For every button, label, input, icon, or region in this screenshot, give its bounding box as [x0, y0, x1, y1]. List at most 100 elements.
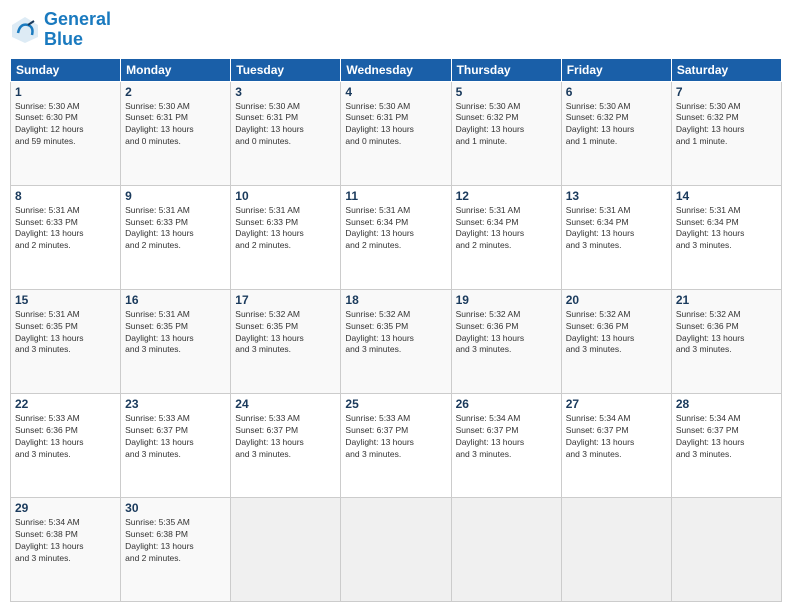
- day-cell: 14Sunrise: 5:31 AM Sunset: 6:34 PM Dayli…: [671, 185, 781, 289]
- week-row-5: 29 Sunrise: 5:34 AM Sunset: 6:38 PM Dayli…: [11, 497, 782, 601]
- day-info: Sunrise: 5:30 AM Sunset: 6:31 PM Dayligh…: [125, 101, 226, 149]
- day-number: 7: [676, 85, 777, 99]
- day-info: Sunrise: 5:30 AM Sunset: 6:31 PM Dayligh…: [345, 101, 446, 149]
- day-info: Sunrise: 5:32 AM Sunset: 6:35 PM Dayligh…: [235, 309, 336, 357]
- day-cell: 10Sunrise: 5:31 AM Sunset: 6:33 PM Dayli…: [231, 185, 341, 289]
- page: General Blue SundayMondayTuesdayWednesda…: [0, 0, 792, 612]
- week-row-4: 22 Sunrise: 5:33 AM Sunset: 6:36 PM Dayli…: [11, 393, 782, 497]
- day-number: 23: [125, 397, 226, 411]
- day-number: 5: [456, 85, 557, 99]
- day-number: 10: [235, 189, 336, 203]
- day-info: Sunrise: 5:34 AM Sunset: 6:37 PM Dayligh…: [676, 413, 777, 461]
- weekday-header-tuesday: Tuesday: [231, 58, 341, 81]
- day-cell: 24Sunrise: 5:33 AM Sunset: 6:37 PM Dayli…: [231, 393, 341, 497]
- day-cell: 17 Sunrise: 5:32 AM Sunset: 6:35 PM Dayli…: [231, 289, 341, 393]
- day-cell: 8 Sunrise: 5:31 AM Sunset: 6:33 PM Daylig…: [11, 185, 121, 289]
- day-info: Sunrise: 5:31 AM Sunset: 6:33 PM Dayligh…: [125, 205, 226, 253]
- day-cell: 25Sunrise: 5:33 AM Sunset: 6:37 PM Dayli…: [341, 393, 451, 497]
- weekday-header-thursday: Thursday: [451, 58, 561, 81]
- day-cell: 23 Sunrise: 5:33 AM Sunset: 6:37 PM Dayli…: [121, 393, 231, 497]
- weekday-header-saturday: Saturday: [671, 58, 781, 81]
- day-cell: [231, 497, 341, 601]
- weekday-header-monday: Monday: [121, 58, 231, 81]
- day-cell: 30 Sunrise: 5:35 AM Sunset: 6:38 PM Dayli…: [121, 497, 231, 601]
- day-number: 20: [566, 293, 667, 307]
- day-info: Sunrise: 5:35 AM Sunset: 6:38 PM Dayligh…: [125, 517, 226, 565]
- day-cell: 1 Sunrise: 5:30 AM Sunset: 6:30 PM Daylig…: [11, 81, 121, 185]
- day-number: 15: [15, 293, 116, 307]
- day-number: 13: [566, 189, 667, 203]
- day-cell: 21 Sunrise: 5:32 AM Sunset: 6:36 PM Dayli…: [671, 289, 781, 393]
- week-row-1: 1 Sunrise: 5:30 AM Sunset: 6:30 PM Daylig…: [11, 81, 782, 185]
- day-info: Sunrise: 5:32 AM Sunset: 6:36 PM Dayligh…: [676, 309, 777, 357]
- day-number: 2: [125, 85, 226, 99]
- day-info: Sunrise: 5:31 AM Sunset: 6:34 PM Dayligh…: [456, 205, 557, 253]
- day-info: Sunrise: 5:31 AM Sunset: 6:34 PM Dayligh…: [566, 205, 667, 253]
- day-number: 1: [15, 85, 116, 99]
- day-cell: [671, 497, 781, 601]
- day-info: Sunrise: 5:31 AM Sunset: 6:35 PM Dayligh…: [125, 309, 226, 357]
- day-number: 30: [125, 501, 226, 515]
- day-info: Sunrise: 5:33 AM Sunset: 6:36 PM Dayligh…: [15, 413, 116, 461]
- day-info: Sunrise: 5:30 AM Sunset: 6:30 PM Dayligh…: [15, 101, 116, 149]
- day-cell: 19 Sunrise: 5:32 AM Sunset: 6:36 PM Dayli…: [451, 289, 561, 393]
- day-number: 21: [676, 293, 777, 307]
- day-cell: 9 Sunrise: 5:31 AM Sunset: 6:33 PM Daylig…: [121, 185, 231, 289]
- day-number: 19: [456, 293, 557, 307]
- day-info: Sunrise: 5:30 AM Sunset: 6:32 PM Dayligh…: [566, 101, 667, 149]
- week-row-2: 8 Sunrise: 5:31 AM Sunset: 6:33 PM Daylig…: [11, 185, 782, 289]
- day-number: 28: [676, 397, 777, 411]
- day-info: Sunrise: 5:33 AM Sunset: 6:37 PM Dayligh…: [235, 413, 336, 461]
- day-cell: [561, 497, 671, 601]
- day-number: 27: [566, 397, 667, 411]
- day-number: 6: [566, 85, 667, 99]
- day-info: Sunrise: 5:32 AM Sunset: 6:36 PM Dayligh…: [456, 309, 557, 357]
- logo-icon: [10, 15, 40, 45]
- day-info: Sunrise: 5:31 AM Sunset: 6:33 PM Dayligh…: [15, 205, 116, 253]
- day-info: Sunrise: 5:30 AM Sunset: 6:32 PM Dayligh…: [676, 101, 777, 149]
- day-cell: 12 Sunrise: 5:31 AM Sunset: 6:34 PM Dayli…: [451, 185, 561, 289]
- day-cell: 26 Sunrise: 5:34 AM Sunset: 6:37 PM Dayli…: [451, 393, 561, 497]
- weekday-header-friday: Friday: [561, 58, 671, 81]
- day-cell: 2 Sunrise: 5:30 AM Sunset: 6:31 PM Daylig…: [121, 81, 231, 185]
- day-number: 14: [676, 189, 777, 203]
- day-cell: 28 Sunrise: 5:34 AM Sunset: 6:37 PM Dayli…: [671, 393, 781, 497]
- day-number: 3: [235, 85, 336, 99]
- day-info: Sunrise: 5:31 AM Sunset: 6:34 PM Dayligh…: [345, 205, 446, 253]
- day-number: 4: [345, 85, 446, 99]
- day-cell: 11 Sunrise: 5:31 AM Sunset: 6:34 PM Dayli…: [341, 185, 451, 289]
- day-cell: 13 Sunrise: 5:31 AM Sunset: 6:34 PM Dayli…: [561, 185, 671, 289]
- day-info: Sunrise: 5:33 AM Sunset: 6:37 PM Dayligh…: [125, 413, 226, 461]
- day-number: 22: [15, 397, 116, 411]
- day-info: Sunrise: 5:34 AM Sunset: 6:38 PM Dayligh…: [15, 517, 116, 565]
- day-cell: 3 Sunrise: 5:30 AM Sunset: 6:31 PM Daylig…: [231, 81, 341, 185]
- day-info: Sunrise: 5:34 AM Sunset: 6:37 PM Dayligh…: [566, 413, 667, 461]
- logo-text: General Blue: [44, 10, 111, 50]
- day-number: 18: [345, 293, 446, 307]
- day-info: Sunrise: 5:32 AM Sunset: 6:36 PM Dayligh…: [566, 309, 667, 357]
- day-number: 11: [345, 189, 446, 203]
- weekday-header-sunday: Sunday: [11, 58, 121, 81]
- header: General Blue: [10, 10, 782, 50]
- day-cell: 7 Sunrise: 5:30 AM Sunset: 6:32 PM Daylig…: [671, 81, 781, 185]
- day-number: 26: [456, 397, 557, 411]
- calendar-table: SundayMondayTuesdayWednesdayThursdayFrid…: [10, 58, 782, 602]
- day-info: Sunrise: 5:30 AM Sunset: 6:32 PM Dayligh…: [456, 101, 557, 149]
- day-number: 9: [125, 189, 226, 203]
- day-info: Sunrise: 5:30 AM Sunset: 6:31 PM Dayligh…: [235, 101, 336, 149]
- day-cell: [341, 497, 451, 601]
- day-cell: 16 Sunrise: 5:31 AM Sunset: 6:35 PM Dayli…: [121, 289, 231, 393]
- week-row-3: 15 Sunrise: 5:31 AM Sunset: 6:35 PM Dayli…: [11, 289, 782, 393]
- day-cell: 6 Sunrise: 5:30 AM Sunset: 6:32 PM Daylig…: [561, 81, 671, 185]
- day-info: Sunrise: 5:31 AM Sunset: 6:35 PM Dayligh…: [15, 309, 116, 357]
- day-cell: 5 Sunrise: 5:30 AM Sunset: 6:32 PM Daylig…: [451, 81, 561, 185]
- weekday-header-wednesday: Wednesday: [341, 58, 451, 81]
- day-cell: 18Sunrise: 5:32 AM Sunset: 6:35 PM Dayli…: [341, 289, 451, 393]
- day-number: 16: [125, 293, 226, 307]
- day-cell: 27 Sunrise: 5:34 AM Sunset: 6:37 PM Dayli…: [561, 393, 671, 497]
- day-number: 8: [15, 189, 116, 203]
- day-number: 12: [456, 189, 557, 203]
- day-info: Sunrise: 5:34 AM Sunset: 6:37 PM Dayligh…: [456, 413, 557, 461]
- day-number: 29: [15, 501, 116, 515]
- day-number: 17: [235, 293, 336, 307]
